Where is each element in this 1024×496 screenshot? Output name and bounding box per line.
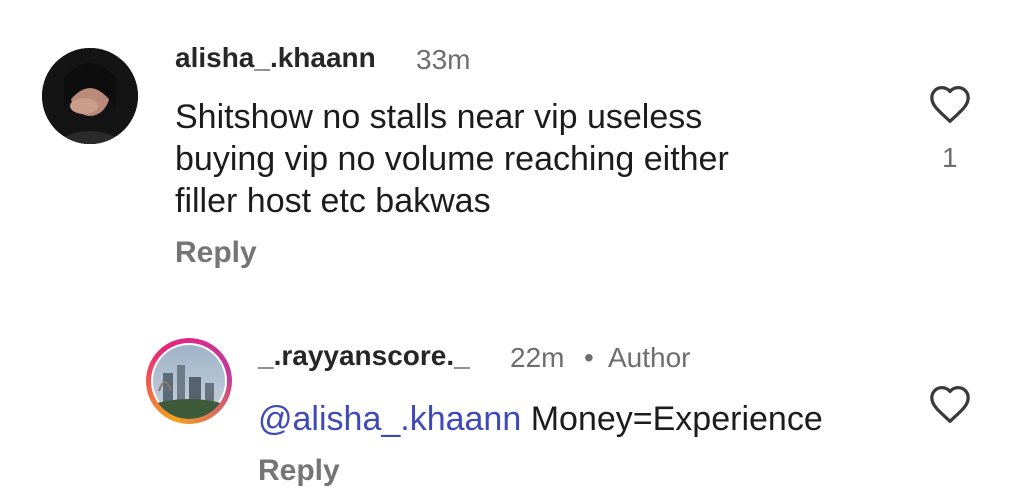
reply-button[interactable]: Reply xyxy=(175,236,257,270)
mention-link[interactable]: @alisha_.khaann xyxy=(258,400,521,438)
avatar[interactable] xyxy=(42,48,138,144)
heart-outline-icon[interactable] xyxy=(928,384,972,424)
separator-dot: • xyxy=(584,342,594,373)
comment-timestamp: 33m xyxy=(416,44,471,75)
comment-text-line: buying vip no volume reaching either xyxy=(175,140,729,178)
comment-text: Shitshow no stalls near vip useless buyi… xyxy=(175,96,875,222)
comment-username[interactable]: alisha_.khaann xyxy=(175,42,376,74)
comment-text-line: filler host etc bakwas xyxy=(175,182,491,220)
reply-button[interactable]: Reply xyxy=(258,454,340,488)
comment-text-line: Shitshow no stalls near vip useless xyxy=(175,98,703,136)
author-badge: Author xyxy=(608,342,691,373)
reply-username[interactable]: _.rayyanscore._ xyxy=(258,340,470,372)
reply-message: Money=Experience xyxy=(530,400,823,438)
reply-timestamp: 22m xyxy=(510,342,565,373)
avatar[interactable] xyxy=(151,343,227,419)
like-count: 1 xyxy=(942,142,958,173)
reply-text: @alisha_.khaann Money=Experience xyxy=(258,398,958,440)
heart-outline-icon[interactable] xyxy=(928,84,972,124)
